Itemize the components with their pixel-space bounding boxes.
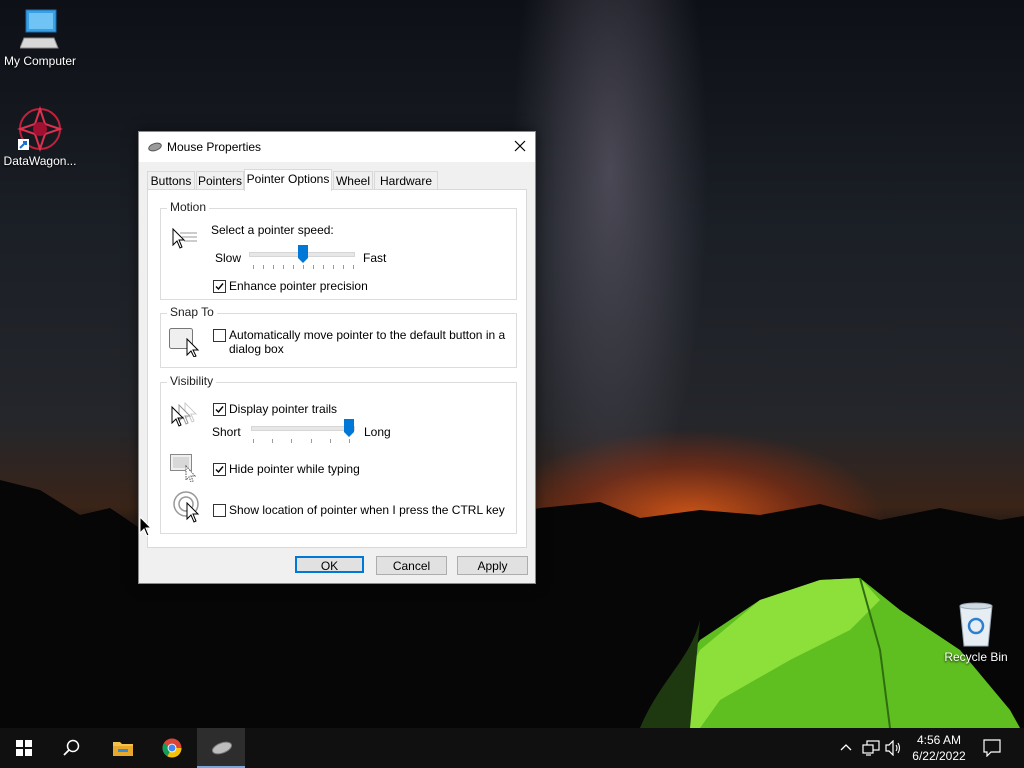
desktop-icon-label: My Computer — [3, 54, 77, 68]
show-location-icon — [173, 491, 200, 523]
pointer-options-panel: Motion Select a pointer speed: Slow Fast… — [147, 189, 527, 548]
motion-legend: Motion — [167, 200, 210, 214]
folder-icon — [113, 742, 133, 756]
tab-wheel[interactable]: Wheel — [333, 171, 373, 190]
tab-pointer-options[interactable]: Pointer Options — [244, 169, 332, 191]
pointer-speed-label: Select a pointer speed: — [211, 223, 334, 237]
trails-length-ticks — [253, 439, 350, 443]
search-button[interactable] — [48, 728, 96, 768]
start-button[interactable] — [0, 728, 48, 768]
hide-while-typing-checkbox[interactable] — [213, 463, 226, 476]
checkmark-icon — [215, 283, 224, 291]
desktop-icon-datawagon[interactable]: DataWagon... — [0, 106, 80, 168]
taskbar: 4:56 AM 6/22/2022 — [0, 728, 1024, 768]
cancel-button[interactable]: Cancel — [376, 556, 447, 575]
visibility-legend: Visibility — [167, 374, 217, 388]
tab-hardware[interactable]: Hardware — [374, 171, 438, 190]
mouse-icon — [148, 142, 162, 152]
mouse-pointer-icon — [139, 516, 153, 537]
snap-to-checkbox[interactable] — [213, 329, 226, 342]
windows-logo-icon — [16, 740, 32, 756]
taskbar-mouse-properties[interactable] — [197, 728, 245, 768]
snap-to-legend: Snap To — [167, 305, 217, 319]
recycle-bin-icon — [959, 602, 993, 647]
clock-date: 6/22/2022 — [912, 749, 966, 763]
pointer-speed-thumb[interactable] — [298, 245, 308, 263]
volume-icon[interactable] — [885, 740, 903, 756]
hide-while-typing-label[interactable]: Hide pointer while typing — [229, 462, 360, 476]
chrome-icon — [162, 738, 182, 758]
pointer-speed-ticks — [253, 265, 354, 269]
pointer-trails-icon — [171, 401, 198, 427]
chevron-up-icon[interactable] — [840, 740, 852, 754]
show-location-checkbox[interactable] — [213, 504, 226, 517]
trails-length-slider[interactable] — [251, 426, 355, 431]
network-icon[interactable] — [862, 740, 880, 756]
datawagon-icon — [17, 106, 63, 152]
slow-label: Slow — [215, 251, 242, 265]
fast-label: Fast — [363, 251, 387, 265]
long-label: Long — [364, 425, 391, 439]
pointer-trails-checkbox[interactable] — [213, 403, 226, 416]
snap-to-group: Snap To Automatically move pointer to th… — [160, 305, 517, 368]
enhance-precision-checkbox[interactable] — [213, 280, 226, 293]
visibility-group: Visibility Display pointer trails Short … — [160, 374, 517, 534]
motion-group: Motion Select a pointer speed: Slow Fast… — [160, 200, 517, 300]
taskbar-file-explorer[interactable] — [98, 728, 146, 768]
snap-to-icon — [169, 328, 200, 357]
checkmark-icon — [215, 466, 224, 474]
action-center-icon[interactable] — [983, 739, 1001, 757]
apply-button[interactable]: Apply — [457, 556, 528, 575]
desktop-icon-my-computer[interactable]: My Computer — [0, 8, 80, 68]
enhance-precision-label[interactable]: Enhance pointer precision — [229, 279, 368, 293]
desktop-icon-label: DataWagon... — [3, 154, 77, 168]
checkmark-icon — [215, 406, 224, 414]
short-label: Short — [212, 425, 241, 439]
dialog-title: Mouse Properties — [167, 140, 262, 154]
trails-length-thumb[interactable] — [344, 419, 354, 437]
snap-to-label-line1[interactable]: Automatically move pointer to the defaul… — [229, 328, 505, 342]
desktop-icon-label: Recycle Bin — [944, 650, 1008, 664]
mouse-properties-dialog: Mouse Properties Buttons Pointers Pointe… — [138, 131, 536, 584]
clock-time: 4:56 AM — [916, 733, 962, 747]
tab-pointers[interactable]: Pointers — [196, 171, 244, 190]
hide-while-typing-icon — [170, 454, 197, 482]
computer-icon — [20, 9, 59, 49]
snap-to-label-line2[interactable]: dialog box — [229, 342, 284, 356]
taskbar-clock[interactable]: 4:56 AM 6/22/2022 — [904, 732, 974, 764]
pointer-trails-label[interactable]: Display pointer trails — [229, 402, 337, 416]
close-button[interactable] — [505, 132, 535, 162]
mouse-icon — [211, 741, 233, 755]
close-icon — [514, 140, 526, 152]
taskbar-chrome[interactable] — [148, 728, 196, 768]
show-location-label[interactable]: Show location of pointer when I press th… — [229, 503, 505, 517]
desktop-icon-recycle-bin[interactable]: Recycle Bin — [936, 602, 1016, 664]
ok-button[interactable]: OK — [295, 556, 364, 573]
search-icon — [63, 739, 80, 756]
pointer-speed-icon — [172, 227, 197, 249]
tab-buttons[interactable]: Buttons — [147, 171, 195, 190]
title-bar[interactable]: Mouse Properties — [139, 132, 535, 162]
